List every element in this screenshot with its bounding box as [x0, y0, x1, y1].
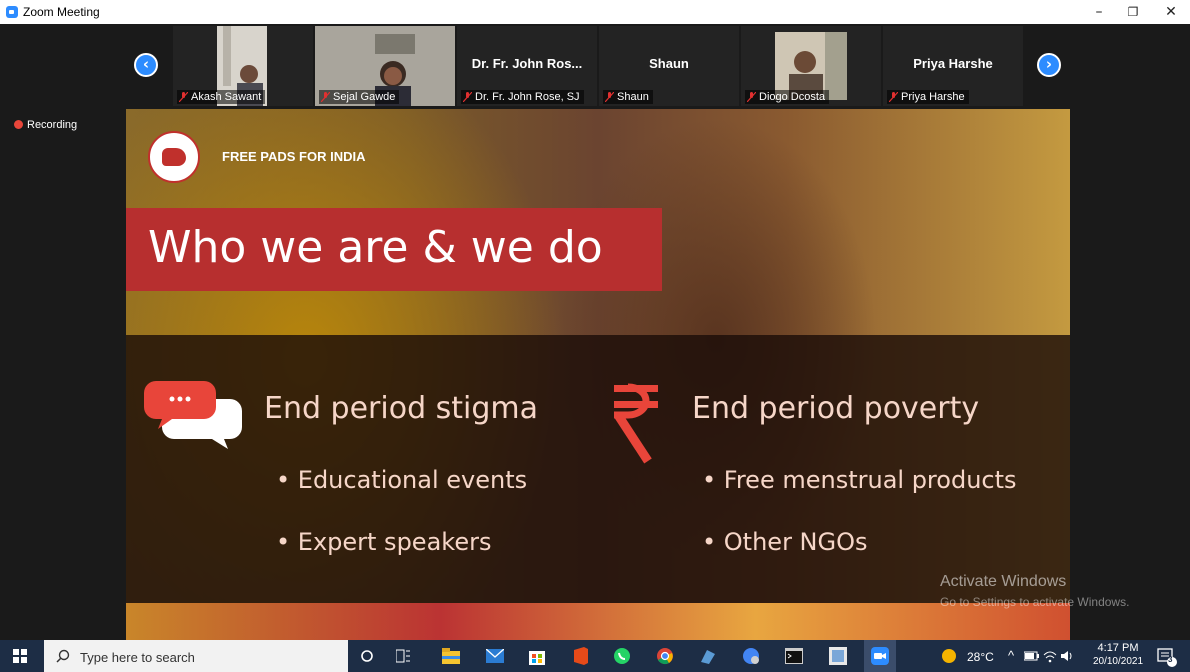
participant-tile[interactable]: Shaun Shaun — [599, 26, 739, 106]
participant-tile[interactable]: Akash Sawant — [173, 26, 313, 106]
window-titlebar: Zoom Meeting – ❐ ✕ — [0, 0, 1190, 24]
participant-strip: Akash Sawant Sejal Gawde Dr. Fr. John Ro… — [173, 26, 1025, 106]
office-icon[interactable] — [572, 647, 588, 665]
poverty-title: End period poverty — [692, 391, 980, 426]
recording-indicator[interactable]: Recording — [14, 119, 77, 131]
chrome-icon[interactable] — [656, 647, 674, 665]
poverty-bullet: • Free menstrual products — [702, 466, 1017, 494]
battery-icon[interactable] — [1024, 650, 1040, 662]
slide-heading: Who we are & we do — [148, 222, 603, 273]
slide-bottom-band — [126, 603, 1070, 640]
poverty-bullet: • Other NGOs — [702, 528, 868, 556]
slide-heading-banner: Who we are & we do — [126, 208, 662, 291]
participant-tile[interactable]: Priya Harshe Priya Harshe — [883, 26, 1023, 106]
weather-temperature[interactable]: 28°C — [967, 650, 994, 664]
cortana-icon[interactable] — [360, 649, 374, 663]
record-dot-icon — [14, 120, 23, 129]
window-title: Zoom Meeting — [23, 5, 100, 19]
participant-name: Dr. Fr. John Rose, SJ — [461, 90, 584, 104]
zoom-icon — [871, 647, 889, 665]
stigma-bullet: • Educational events — [276, 466, 528, 494]
clock[interactable]: 4:17 PM 20/10/2021 — [1090, 642, 1146, 669]
file-explorer-icon[interactable] — [442, 648, 460, 664]
weather-icon[interactable] — [941, 648, 957, 664]
muted-mic-icon — [747, 92, 756, 102]
chevron-right-icon: › — [1045, 55, 1053, 73]
stigma-bullet: • Expert speakers — [276, 528, 492, 556]
rupee-icon — [614, 383, 658, 464]
participant-name: Akash Sawant — [177, 90, 266, 104]
participant-name: Priya Harshe — [887, 90, 969, 104]
muted-mic-icon — [889, 92, 898, 102]
zoom-app-icon — [6, 6, 18, 18]
task-view-icon[interactable] — [396, 649, 410, 663]
minimize-button[interactable]: – — [1084, 2, 1114, 22]
participant-name: Diogo Dcosta — [745, 90, 830, 104]
clock-date: 20/10/2021 — [1092, 656, 1144, 667]
stigma-title: End period stigma — [264, 391, 539, 426]
muted-mic-icon — [463, 92, 472, 102]
previous-page-button[interactable]: ‹ — [134, 53, 158, 77]
free-pads-logo — [148, 131, 200, 183]
shared-screen-slide: FREE PADS FOR INDIA Who we are & we do E… — [126, 109, 1070, 640]
terminal-icon[interactable] — [785, 648, 803, 664]
whatsapp-icon[interactable] — [613, 647, 631, 665]
search-placeholder: Type here to search — [80, 650, 195, 665]
wifi-icon[interactable] — [1043, 649, 1057, 663]
participant-display-name: Dr. Fr. John Ros... — [471, 56, 583, 71]
zoom-taskbar-button[interactable] — [864, 640, 896, 672]
maximize-button[interactable]: ❐ — [1118, 2, 1148, 22]
mail-icon[interactable] — [486, 649, 504, 663]
windows-start-icon[interactable] — [13, 649, 27, 663]
notification-count: 3 — [1168, 655, 1173, 664]
participant-display-name: Priya Harshe — [913, 56, 993, 71]
search-icon — [56, 649, 70, 663]
notifications-icon[interactable] — [1157, 647, 1177, 667]
muted-mic-icon — [179, 92, 188, 102]
chevron-left-icon: ‹ — [142, 55, 150, 73]
participant-tile[interactable]: Sejal Gawde — [315, 26, 455, 106]
windows-taskbar: Type here to search 28°C ^ 4:17 PM 20/10… — [0, 640, 1190, 672]
taskbar-search-box[interactable]: Type here to search — [44, 640, 348, 672]
clock-time: 4:17 PM — [1097, 642, 1139, 654]
activate-windows-title: Activate Windows — [940, 573, 1067, 590]
muted-mic-icon — [321, 92, 330, 102]
participant-display-name: Shaun — [649, 56, 689, 71]
participant-name: Sejal Gawde — [319, 90, 400, 104]
slide-brand: FREE PADS FOR INDIA — [222, 149, 366, 164]
activate-windows-subtitle: Go to Settings to activate Windows. — [940, 595, 1130, 609]
chat-bubbles-icon — [144, 381, 242, 449]
chrome-profile-icon[interactable] — [742, 647, 760, 665]
app-icon[interactable] — [699, 648, 717, 664]
participant-tile[interactable]: Diogo Dcosta — [741, 26, 881, 106]
meeting-area: ‹ › Akash Sawant Sejal Gawde Dr. Fr. Joh… — [0, 24, 1190, 640]
photos-icon[interactable] — [829, 647, 847, 665]
participant-name: Shaun — [603, 90, 653, 104]
next-page-button[interactable]: › — [1037, 53, 1061, 77]
participant-tile[interactable]: Dr. Fr. John Ros... Dr. Fr. John Rose, S… — [457, 26, 597, 106]
muted-mic-icon — [605, 92, 614, 102]
volume-icon[interactable] — [1060, 649, 1074, 663]
close-button[interactable]: ✕ — [1156, 2, 1186, 22]
tray-chevron-icon[interactable]: ^ — [1008, 648, 1014, 663]
store-icon[interactable] — [529, 647, 545, 665]
